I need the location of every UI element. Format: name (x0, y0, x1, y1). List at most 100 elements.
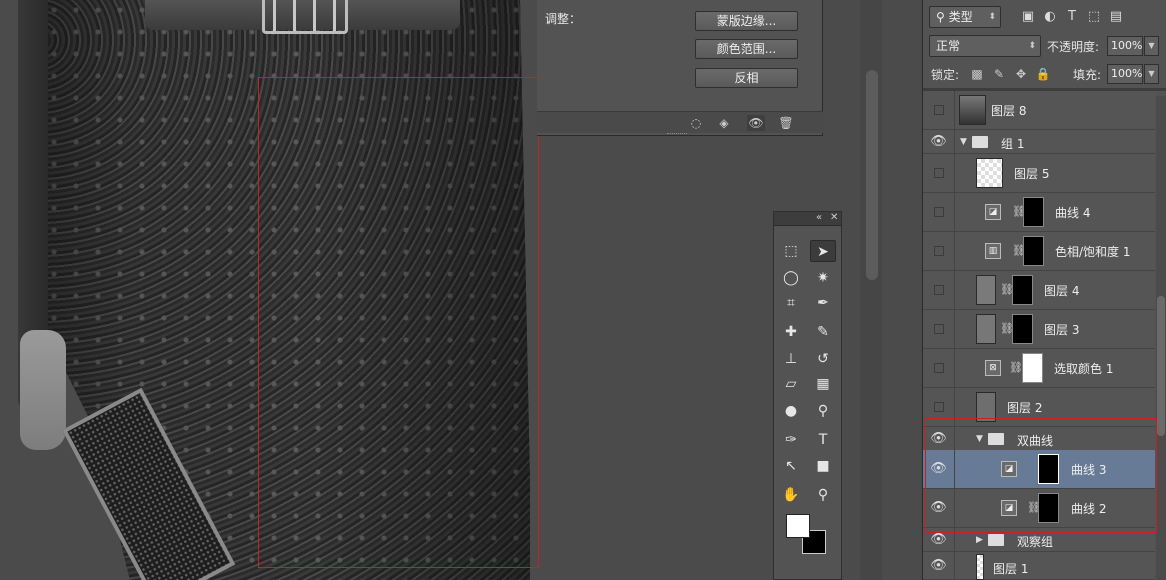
lock-all-icon[interactable]: 🔒 (1035, 66, 1051, 82)
panel-grip[interactable] (667, 133, 687, 136)
layer-thumbnail (976, 554, 984, 580)
layer-name: 图层 1 (993, 562, 1029, 576)
layer-row-layer3[interactable]: ⛓ 图层 3 (923, 310, 1155, 349)
layer-row-layer1[interactable]: 👁 图层 1 (923, 552, 1155, 580)
dialog-footer: ◌ ◈ 👁 🗑 (537, 111, 823, 133)
layer-name: 图层 5 (1014, 167, 1050, 181)
visibility-eye-icon[interactable]: 👁 (923, 552, 955, 579)
selective-color-icon: ⊠ (985, 360, 1001, 376)
filter-type-select[interactable]: ⚲ 类型 ⬍ (929, 6, 1001, 28)
brush-tool-icon[interactable]: ✎ (810, 321, 836, 343)
layers-scroll-thumb[interactable] (1157, 296, 1165, 436)
layer-mask-thumbnail[interactable] (1023, 197, 1044, 227)
healing-brush-icon[interactable]: ✚ (778, 321, 804, 343)
layer-mask-thumbnail[interactable] (1012, 314, 1033, 344)
layer-thumbnail (976, 275, 996, 305)
expand-triangle-icon[interactable]: ▼ (960, 137, 967, 147)
visibility-eye-icon[interactable]: 👁 (923, 130, 955, 153)
dodge-tool-icon[interactable]: ⚲ (810, 400, 836, 422)
collapse-icon[interactable]: « (816, 212, 822, 223)
fill-input[interactable]: 100% (1107, 64, 1143, 84)
layer-name: 选取颜色 1 (1054, 362, 1114, 376)
lock-transparent-icon[interactable]: ▩ (969, 66, 985, 82)
mask-properties-panel: 调整： 蒙版边缘... 颜色范围... 反相 ◌ ◈ 👁 🗑 (537, 0, 823, 136)
foreground-color-swatch[interactable] (786, 514, 810, 538)
layer-row-huesat1[interactable]: ▥ ⛓ 色相/饱和度 1 (923, 232, 1155, 271)
opacity-dropdown-icon[interactable]: ▼ (1144, 36, 1159, 56)
layer-name: 曲线 4 (1055, 206, 1091, 220)
visibility-toggle[interactable] (923, 271, 955, 309)
visibility-toggle[interactable] (923, 91, 955, 129)
gradient-icon[interactable]: ▦ (810, 373, 836, 395)
fill-dropdown-icon[interactable]: ▼ (1144, 64, 1159, 84)
photo-hand (20, 330, 66, 450)
close-icon[interactable]: ✕ (830, 212, 838, 223)
layer-name: 图层 4 (1044, 284, 1080, 298)
layer-row-layer8[interactable]: 图层 8 (923, 91, 1155, 130)
filter-pixel-icon[interactable]: ▣ (1019, 8, 1037, 26)
apply-mask-icon[interactable]: ◈ (715, 115, 733, 131)
filter-type-icon[interactable]: T (1063, 8, 1081, 26)
crop-tool-icon[interactable]: ⌗ (778, 292, 804, 314)
tools-header[interactable]: « ✕ (774, 212, 841, 226)
opacity-input[interactable]: 100% (1107, 36, 1143, 56)
filter-type-label: 类型 (948, 10, 973, 24)
visibility-eye-icon[interactable]: 👁 (747, 115, 765, 131)
layer-name: 图层 2 (1007, 401, 1043, 415)
layer-mask-thumbnail[interactable] (1022, 353, 1043, 383)
layers-scroll-track[interactable] (1156, 96, 1166, 580)
clone-stamp-icon[interactable]: ⊥ (778, 348, 804, 370)
magic-wand-icon[interactable]: ✷ (810, 267, 836, 289)
selection-rectangle (258, 77, 539, 568)
zoom-tool-icon[interactable]: ⚲ (810, 484, 836, 506)
adjust-label: 调整： (545, 12, 582, 26)
layer-thumbnail (976, 158, 1003, 188)
layer-mask-thumbnail[interactable] (1023, 236, 1044, 266)
type-tool-icon[interactable]: T (810, 429, 836, 451)
folder-icon (972, 136, 988, 148)
layer-row-group1[interactable]: 👁 ▼ 组 1 (923, 130, 1155, 154)
visibility-toggle[interactable] (923, 232, 955, 270)
lock-label: 锁定: (931, 68, 960, 82)
layer-name: 色相/饱和度 1 (1055, 245, 1131, 259)
mask-edge-button[interactable]: 蒙版边缘... (695, 11, 798, 31)
trash-icon[interactable]: 🗑 (777, 115, 795, 131)
layer-row-selectivecolor1[interactable]: ⊠ ⛓ 选取颜色 1 (923, 349, 1155, 388)
filter-smart-icon[interactable]: ▤ (1107, 8, 1125, 26)
layer-name: 观察组 (1017, 535, 1054, 549)
canvas-scrollbar-thumb[interactable] (866, 70, 878, 280)
visibility-toggle[interactable] (923, 310, 955, 348)
lock-pixels-icon[interactable]: ✎ (991, 66, 1007, 82)
visibility-toggle[interactable] (923, 193, 955, 231)
filter-shape-icon[interactable]: ⬚ (1085, 8, 1103, 26)
path-select-icon[interactable]: ↖ (778, 455, 804, 477)
visibility-toggle[interactable] (923, 349, 955, 387)
move-tool-icon[interactable]: ➤ (810, 240, 836, 262)
hand-tool-icon[interactable]: ✋ (778, 484, 804, 506)
color-range-button[interactable]: 颜色范围... (695, 39, 798, 59)
layer-name: 图层 8 (991, 104, 1027, 118)
visibility-toggle[interactable] (923, 154, 955, 192)
filter-adjust-icon[interactable]: ◐ (1041, 8, 1059, 26)
hue-saturation-icon: ▥ (985, 243, 1001, 259)
marquee-tool-icon[interactable]: ⬚ (778, 240, 804, 262)
link-chain-icon[interactable]: ⛓ (1009, 361, 1023, 374)
layer-thumbnail (959, 95, 986, 125)
lasso-tool-icon[interactable]: ◯ (778, 267, 804, 289)
collapse-triangle-icon[interactable]: ▶ (976, 535, 983, 545)
history-brush-icon[interactable]: ↺ (810, 348, 836, 370)
layer-row-curves4[interactable]: ◪ ⛓ 曲线 4 (923, 193, 1155, 232)
blend-mode-select[interactable]: 正常 ⬍ (929, 35, 1041, 57)
layer-mask-thumbnail[interactable] (1012, 275, 1033, 305)
lock-position-icon[interactable]: ✥ (1013, 66, 1029, 82)
pen-tool-icon[interactable]: ✑ (778, 429, 804, 451)
load-selection-icon[interactable]: ◌ (687, 115, 705, 131)
eraser-icon[interactable]: ▱ (778, 373, 804, 395)
opacity-label: 不透明度: (1047, 40, 1100, 54)
eyedropper-icon[interactable]: ✒ (810, 292, 836, 314)
layer-row-layer4[interactable]: ⛓ 图层 4 (923, 271, 1155, 310)
invert-button[interactable]: 反相 (695, 68, 798, 88)
shape-tool-icon[interactable]: ■ (810, 455, 836, 477)
blur-tool-icon[interactable]: ● (778, 400, 804, 422)
layer-row-layer5[interactable]: 图层 5 (923, 154, 1155, 193)
